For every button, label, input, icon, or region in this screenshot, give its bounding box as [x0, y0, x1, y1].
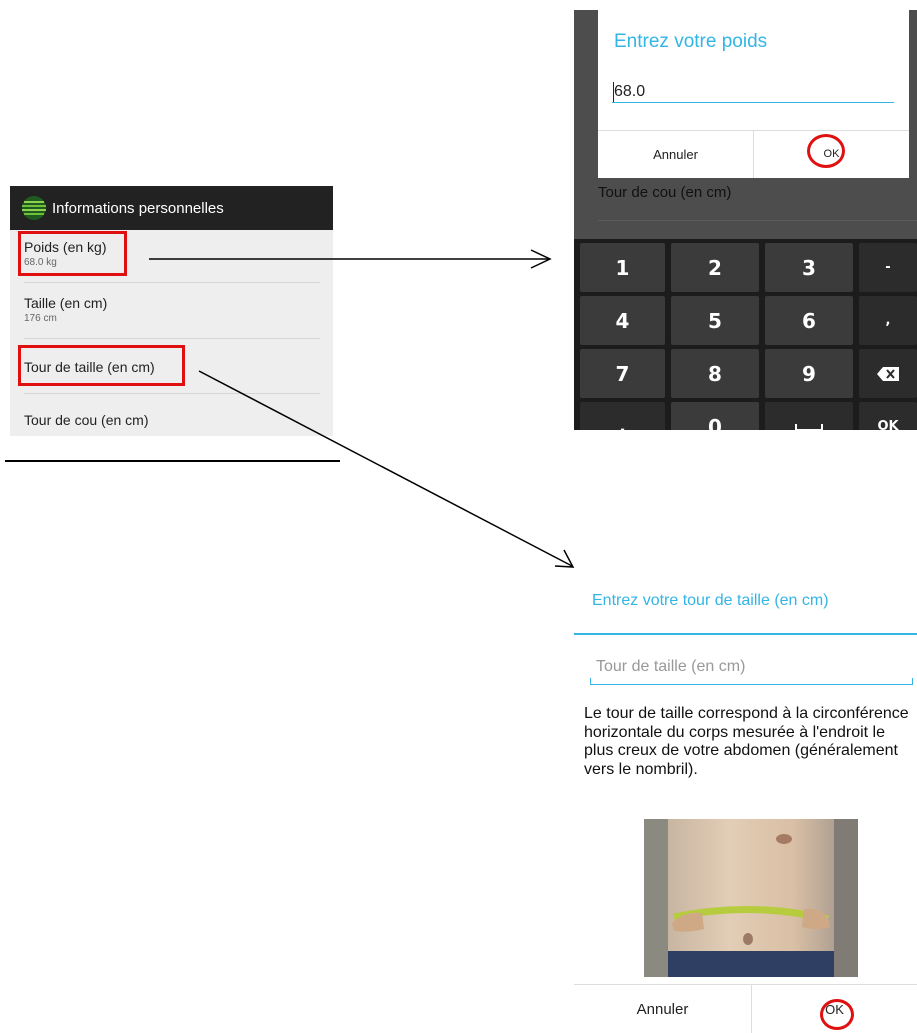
- arrow-to-waist-dialog: [198, 370, 575, 568]
- arrow-to-weight-dialog: [149, 249, 552, 269]
- annotation-arrows: [149, 249, 575, 568]
